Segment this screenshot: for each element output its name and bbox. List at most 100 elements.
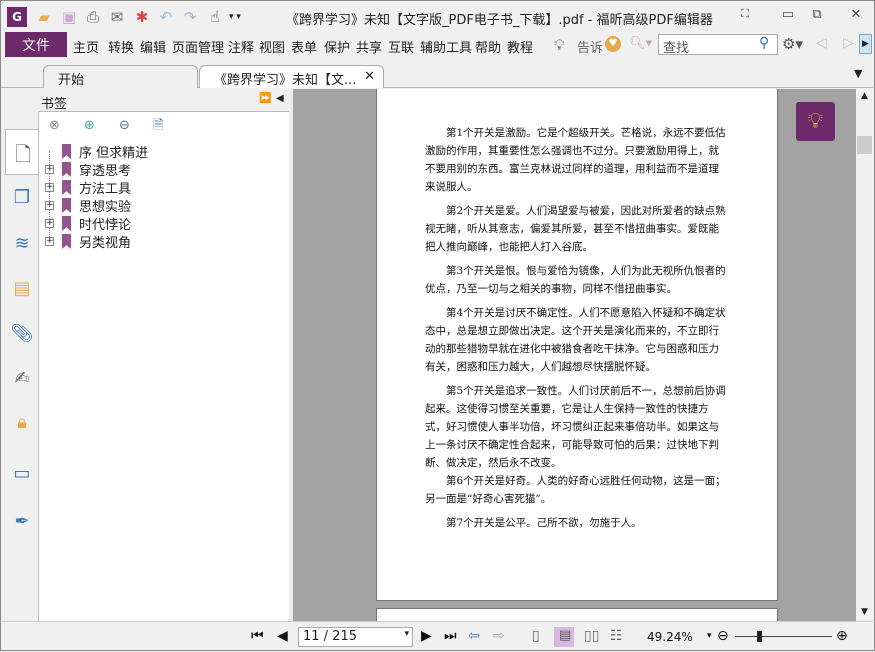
app-logo-icon[interactable]: G (7, 7, 27, 27)
bookmarks-panel-tab[interactable]: 🗋︎ (5, 129, 39, 175)
form-fields-icon[interactable]: ▭ (9, 460, 35, 486)
paragraph: 第4个开关是讨厌不确定性。人们不愿意陷入怀疑和不确定状态中，总是想立即做出决定。… (425, 307, 726, 373)
redo-icon[interactable]: ↷ (180, 7, 200, 27)
restore-button[interactable]: ⧉ (806, 7, 828, 25)
menu-2[interactable]: 编辑 (140, 37, 166, 56)
next-view-icon[interactable]: ⇨ (493, 628, 505, 644)
bookmark-page-icon: 🗋︎ (15, 142, 32, 166)
scroll-down-icon[interactable]: ▼ (856, 607, 873, 617)
security-lock-icon[interactable]: 🔒︎ (9, 409, 35, 435)
first-page-icon[interactable]: ⏮ (251, 628, 264, 644)
tab-label: 《跨界学习》未知【文... (214, 73, 357, 88)
menu-7[interactable]: 保护 (324, 37, 350, 56)
continuous-facing-icon[interactable]: ☷ (610, 628, 623, 644)
page-number-input[interactable]: 11 / 215 ▾ (298, 627, 413, 647)
fullscreen-icon[interactable]: ⛶ (734, 7, 756, 25)
bookmark-item[interactable]: 穿透思考 (79, 160, 131, 179)
search-icon[interactable]: ⚲ (759, 35, 769, 51)
paragraph: 第1个开关是激励。它是个超级开关。芒格说，永远不要低估激励的作用，其重要性怎么强… (425, 127, 726, 193)
expand-icon[interactable]: + (45, 183, 54, 192)
new-icon[interactable]: ✱ (132, 7, 152, 27)
paragraph: 第3个开关是恨。恨与爱恰为镜像，人们为此无视所仇恨者的优点，乃至一切与之相关的事… (425, 265, 726, 295)
panel-title: 书签 (41, 97, 68, 112)
scroll-thumb[interactable] (857, 136, 872, 154)
hand-tool-icon[interactable]: ☝ (205, 7, 225, 27)
print-icon[interactable]: ⎙ (83, 7, 103, 27)
expand-panel-icon[interactable]: ⏩ (259, 93, 271, 104)
customize-dropdown-icon[interactable]: ▾ ▾ (225, 7, 245, 27)
menu-10[interactable]: 辅助工具 (420, 37, 472, 56)
zoom-slider-handle[interactable] (757, 631, 763, 642)
close-button[interactable]: ✕ (845, 7, 867, 25)
close-tab-icon[interactable]: ✕ (364, 69, 375, 84)
menu-5[interactable]: 视图 (259, 37, 285, 56)
file-menu-button[interactable]: 文件 (5, 32, 67, 57)
bookmark-item[interactable]: 时代悖论 (79, 214, 131, 233)
comments-icon[interactable]: ▤ (9, 275, 35, 301)
bookmark-item[interactable]: 方法工具 (79, 178, 131, 197)
add-bookmark-icon[interactable]: ⊕ (84, 118, 95, 133)
tab-document[interactable]: 《跨界学习》未知【文... ✕ (199, 65, 384, 88)
menu-0[interactable]: 主页 (73, 37, 99, 56)
bookmark-item[interactable]: 思想实验 (79, 196, 131, 215)
menu-3[interactable]: 页面管理 (172, 37, 224, 56)
collapse-panel-icon[interactable]: ◀ (276, 93, 284, 104)
previous-view-icon[interactable]: ⇦ (468, 628, 480, 644)
paragraph: 第5个开关是追求一致性。人们讨厌前后不一，总想前后协调起来。这使得习惯至关重要，… (425, 385, 726, 469)
menu-6[interactable]: 表单 (291, 37, 317, 56)
expand-icon[interactable]: + (45, 201, 54, 210)
menu-9[interactable]: 互联 (388, 37, 414, 56)
menu-1[interactable]: 转换 (108, 37, 134, 56)
tell-me-input[interactable]: 告诉 (577, 37, 603, 56)
folder-search-icon[interactable]: 🔍︎▾ (629, 36, 652, 51)
layers-icon[interactable]: ≋ (9, 230, 35, 256)
bookmark-item[interactable]: 另类视角 (79, 232, 131, 251)
certificate-icon[interactable]: ✒ (9, 508, 35, 534)
tips-lightbulb-button[interactable]: 💡︎ (796, 102, 835, 141)
vertical-scrollbar[interactable]: ▲ ▼ (856, 89, 873, 621)
zoom-dropdown-icon[interactable]: ▾ (707, 631, 712, 641)
zoom-out-icon[interactable]: ⊖ (717, 628, 729, 644)
menu-4[interactable]: 注释 (228, 37, 254, 56)
ribbon-scroll-right-button[interactable]: ▶ (859, 34, 872, 54)
heart-icon[interactable]: ♥ (605, 36, 621, 52)
last-page-icon[interactable]: ⏭ (444, 628, 457, 644)
tab-list-dropdown-icon[interactable]: ▼ (854, 67, 862, 80)
facing-page-icon[interactable]: ▯▯ (584, 628, 599, 644)
expand-icon[interactable]: + (45, 237, 54, 246)
continuous-page-icon[interactable]: ▤ (554, 627, 574, 647)
email-icon[interactable]: ✉ (107, 7, 127, 27)
go-to-bookmark-icon[interactable]: ⊖ (119, 118, 130, 133)
undo-icon[interactable]: ↶ (156, 7, 176, 27)
lightbulb-icon[interactable]: 💡︎ (554, 36, 565, 54)
next-page-icon[interactable]: ▶ (421, 628, 432, 644)
zoom-slider[interactable] (735, 636, 832, 637)
scroll-up-icon[interactable]: ▲ (856, 91, 873, 101)
tab-label: 开始 (58, 73, 85, 88)
expand-icon[interactable]: + (45, 165, 54, 174)
paragraph: 第2个开关是爱。人们渴望爱与被爱，因此对所爱者的缺点熟视无睹，听从其意志，偏爱其… (425, 205, 726, 253)
previous-icon[interactable]: ◁ (816, 35, 827, 51)
next-icon[interactable]: ▷ (843, 35, 854, 51)
settings-gear-icon[interactable]: ⚙▾ (782, 35, 803, 53)
bookmark-item[interactable]: 序 但求精进 (79, 142, 148, 161)
save-icon[interactable]: ▣ (59, 7, 79, 27)
zoom-in-icon[interactable]: ⊕ (836, 628, 848, 644)
pdf-page-next (376, 608, 778, 621)
bookmark-list (38, 111, 289, 621)
expand-icon[interactable]: + (45, 219, 54, 228)
delete-bookmark-icon[interactable]: ⊗ (49, 118, 60, 133)
menu-11[interactable]: 帮助 (475, 37, 501, 56)
bookmark-options-icon[interactable]: 🗎︎ (153, 116, 163, 138)
open-folder-icon[interactable]: ▰ (34, 7, 54, 27)
signature-icon[interactable]: ✍ (9, 365, 35, 391)
zoom-level[interactable]: 49.24% (647, 630, 693, 644)
menu-8[interactable]: 共享 (356, 37, 382, 56)
minimize-button[interactable]: ▭ (777, 7, 799, 25)
pages-icon[interactable]: ❐ (9, 184, 35, 210)
previous-page-icon[interactable]: ◀ (277, 628, 288, 644)
attachments-icon[interactable]: 📎︎ (9, 320, 35, 346)
menu-12[interactable]: 教程 (507, 37, 533, 56)
single-page-icon[interactable]: ▯ (532, 628, 540, 644)
tab-start[interactable]: 开始 (43, 65, 198, 88)
